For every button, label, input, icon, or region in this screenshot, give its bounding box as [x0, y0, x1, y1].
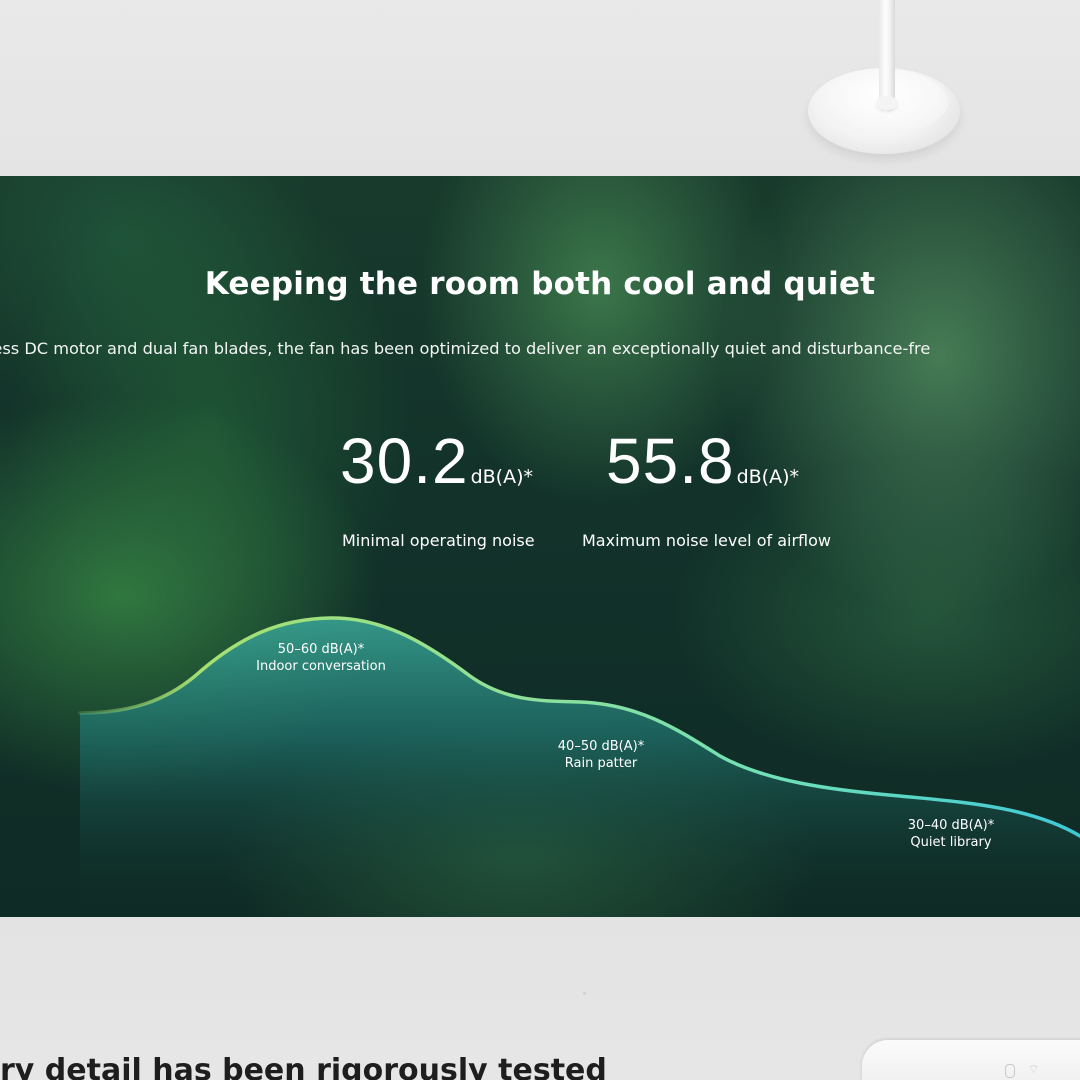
wifi-icon: ⌔ — [1028, 1062, 1040, 1076]
noise-level-description: Quiet library — [910, 835, 992, 850]
stat-max-noise-unit: dB(A)* — [736, 466, 799, 488]
stat-min-noise-unit: dB(A)* — [470, 466, 533, 488]
stat-max-noise-value: 55.8 — [606, 425, 735, 497]
section-title: Keeping the room both cool and quiet — [204, 266, 876, 302]
top-product-band — [0, 0, 1080, 176]
noise-level-description: Indoor conversation — [256, 659, 386, 674]
lamp-joint — [876, 96, 898, 110]
noise-level-description: Rain patter — [564, 756, 638, 771]
stat-max-noise-label: Maximum noise level of airflow — [582, 531, 831, 550]
stat-min-noise-value: 30.2 — [340, 425, 469, 497]
quiet-section: Keeping the room both cool and quiet ts … — [0, 176, 1080, 917]
stat-min-noise-label: Minimal operating noise — [342, 531, 535, 550]
device-indicator-icon — [1005, 1064, 1015, 1078]
stat-min-noise: 30.2 dB(A)* — [340, 424, 533, 498]
noise-level-range: 40–50 dB(A)* — [557, 739, 645, 754]
stat-max-noise: 55.8 dB(A)* — [606, 424, 799, 498]
noise-level-rain-patter: 40–50 dB(A)* Rain patter — [501, 738, 701, 772]
router-device-image — [862, 1040, 1080, 1080]
next-section-heading: ry detail has been rigorously tested — [0, 1053, 607, 1080]
noise-level-range: 50–60 dB(A)* — [277, 642, 365, 657]
bottom-band: ry detail has been rigorously tested ⌔ — [0, 917, 1080, 1080]
page: Keeping the room both cool and quiet ts … — [0, 0, 1080, 1080]
noise-level-indoor-conversation: 50–60 dB(A)* Indoor conversation — [221, 641, 421, 675]
section-subtitle: ts smooth-running brushless DC motor and… — [0, 339, 931, 358]
decorative-dot — [583, 992, 586, 995]
noise-level-quiet-library: 30–40 dB(A)* Quiet library — [851, 817, 1051, 851]
noise-level-range: 30–40 dB(A)* — [907, 818, 995, 833]
